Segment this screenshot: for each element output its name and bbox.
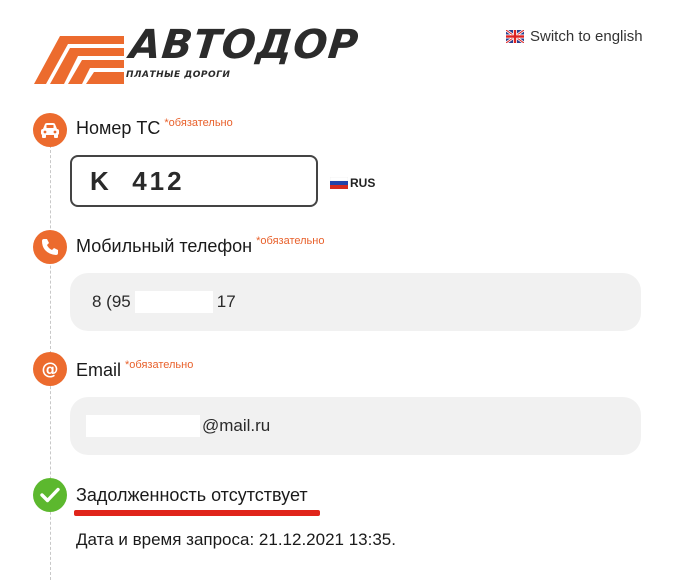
required-marker: *обязательно	[164, 117, 233, 129]
phone-value-suffix: 17	[216, 292, 236, 311]
logo-tagline: ПЛАТНЫЕ ДОРОГИ	[126, 70, 231, 80]
phone-value-prefix: 8 (95	[92, 292, 131, 311]
email-value-suffix: @mail.ru	[202, 416, 271, 435]
debt-status: Задолженность отсутствует	[76, 485, 308, 505]
vehicle-number-label: Номер ТС *обязательно	[76, 117, 233, 139]
russia-flag-icon	[330, 177, 348, 189]
logo-emblem-icon	[34, 36, 124, 84]
switch-language-label: Switch to english	[530, 28, 643, 45]
request-datetime: Дата и время запроса: 21.12.2021 13:35.	[76, 530, 396, 549]
check-icon	[33, 478, 67, 512]
required-marker: *обязательно	[125, 359, 194, 371]
email-label-text: Email	[76, 360, 122, 380]
autodor-logo[interactable]: АВТОДОР ПЛАТНЫЕ ДОРОГИ	[34, 22, 364, 88]
phone-label: Мобильный телефон *обязательно	[76, 235, 325, 257]
phone-label-text: Мобильный телефон	[76, 236, 253, 256]
email-label: Email *обязательно	[76, 359, 194, 381]
vehicle-plate-input[interactable]: K 412	[70, 155, 318, 207]
phone-icon	[33, 230, 67, 264]
status-underline	[74, 510, 320, 516]
switch-language-link[interactable]: Switch to english	[506, 28, 643, 45]
redacted-mask	[134, 291, 213, 313]
phone-input[interactable]: 8 (95 17	[70, 273, 641, 331]
at-sign-icon: @	[33, 352, 67, 386]
region-indicator: RUS	[330, 176, 375, 190]
required-marker: *обязательно	[256, 235, 325, 247]
uk-flag-icon	[506, 30, 524, 43]
svg-text:@: @	[42, 360, 59, 380]
logo-wordmark: АВТОДОР	[127, 22, 362, 68]
redacted-mask	[86, 415, 200, 437]
email-input[interactable]: @mail.ru	[70, 397, 641, 455]
region-code: RUS	[350, 176, 376, 190]
vehicle-number-label-text: Номер ТС	[76, 118, 161, 138]
car-icon	[33, 113, 67, 147]
